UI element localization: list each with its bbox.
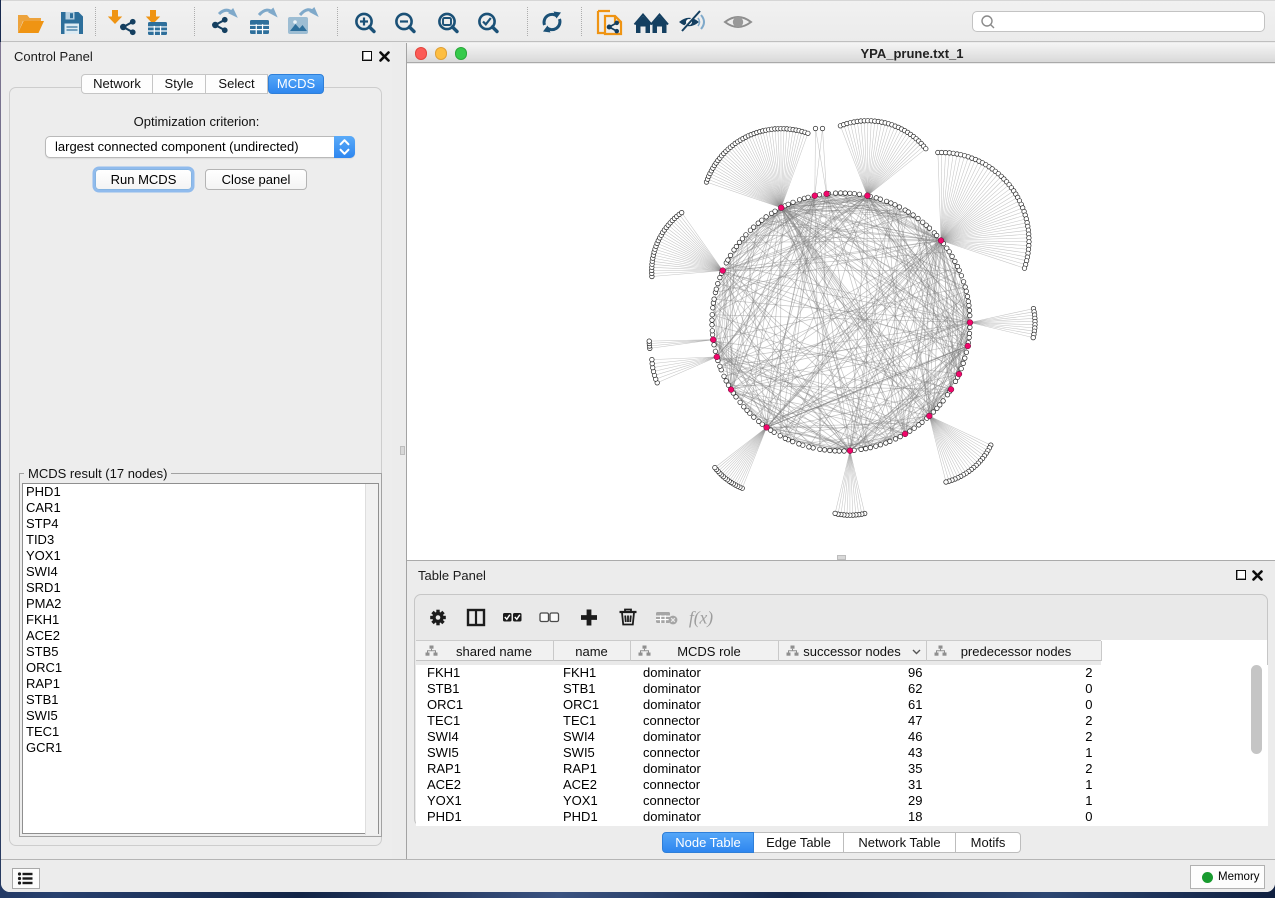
svg-text:f(x): f(x): [689, 608, 713, 628]
